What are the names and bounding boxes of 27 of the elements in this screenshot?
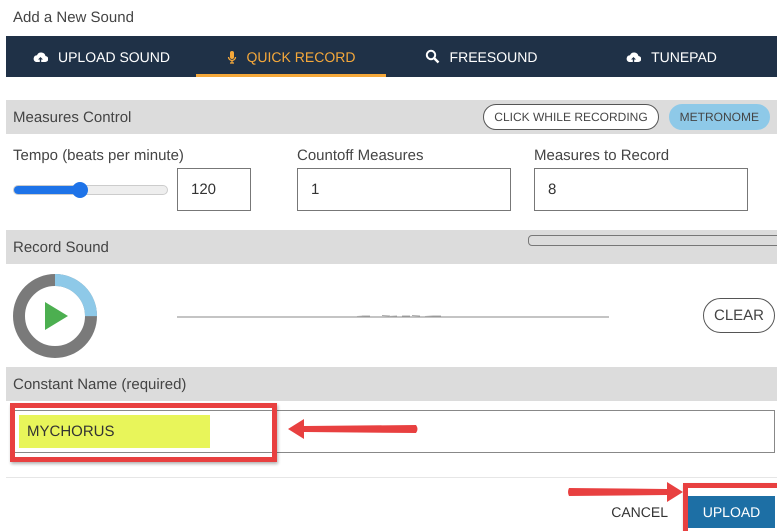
- upload-button[interactable]: UPLOAD: [688, 496, 775, 528]
- section-title: Constant Name (required): [13, 376, 186, 392]
- input-field[interactable]: 1: [297, 168, 511, 211]
- cancel-button[interactable]: CANCEL: [605, 503, 674, 521]
- dialog-title: Add a New Sound: [12, 8, 135, 28]
- slider-track[interactable]: [13, 184, 168, 194]
- play-record-button[interactable]: [12, 272, 98, 358]
- toggle-button[interactable]: CLICK WHILE RECORDING: [483, 104, 659, 130]
- cloud-upload-icon: [625, 50, 642, 64]
- section-title: Measures Control: [13, 108, 132, 126]
- tab[interactable]: QUICK RECORD: [196, 36, 386, 77]
- section-title: Record Sound: [13, 238, 109, 256]
- tab[interactable]: FREESOUND: [386, 36, 576, 77]
- slider-thumb[interactable]: [72, 182, 88, 198]
- tab[interactable]: TUNEPAD: [576, 36, 766, 77]
- cloud-upload-icon: [32, 50, 48, 64]
- field-label: Countoff Measures: [297, 147, 424, 166]
- highlighted-text: MYCHORUS: [19, 415, 210, 448]
- field-label: Measures to Record: [534, 147, 670, 166]
- tab[interactable]: UPLOAD SOUND: [6, 36, 196, 77]
- toggle-button[interactable]: METRONOME: [668, 104, 770, 130]
- clear-button[interactable]: CLEAR: [703, 298, 776, 333]
- search-icon: [424, 49, 440, 64]
- input-field[interactable]: 120: [177, 168, 251, 211]
- field-label: Tempo (beats per minute): [13, 147, 185, 166]
- microphone-icon: [226, 50, 237, 64]
- input-field[interactable]: 8: [534, 168, 748, 211]
